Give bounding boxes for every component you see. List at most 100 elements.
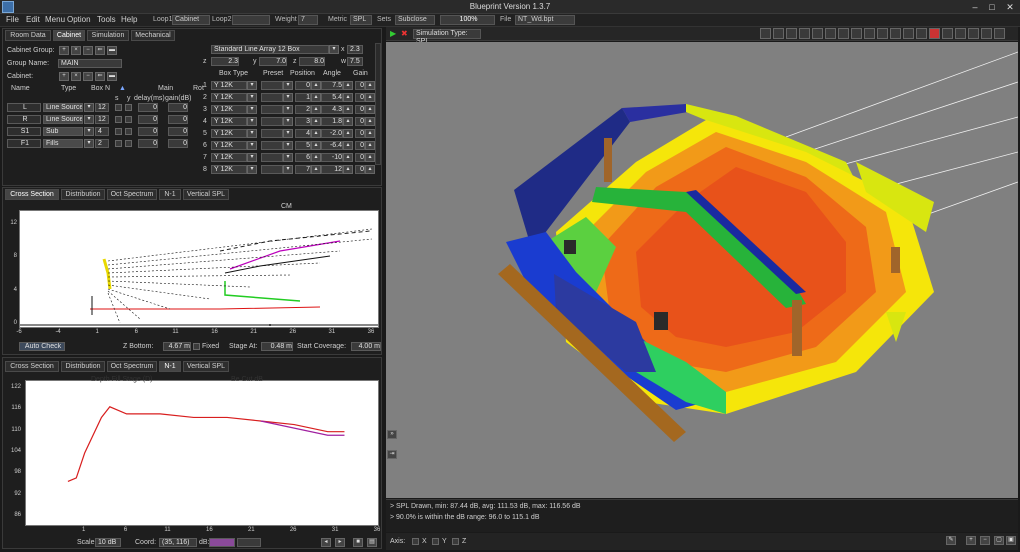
box-gain-spin[interactable]: ▴ (365, 129, 375, 138)
box-position[interactable]: 6 (295, 153, 311, 162)
box-angle[interactable]: -2.0 (321, 129, 343, 138)
z-bottom-input[interactable]: 4.67 m (163, 342, 191, 351)
minus-cabinet-button[interactable]: − (83, 72, 93, 81)
box-type[interactable]: Y 12K (211, 105, 247, 114)
circle-icon[interactable] (838, 28, 849, 39)
w-input[interactable]: 8.0 (299, 57, 325, 66)
folder-icon[interactable]: ▬ (107, 46, 117, 55)
maximize-icon[interactable]: □ (985, 1, 999, 13)
box-gain-spin[interactable]: ▴ (365, 141, 375, 150)
box-preset-dropdown[interactable]: ▾ (283, 117, 293, 126)
menu-option[interactable]: Option (67, 15, 91, 24)
fixed-check[interactable] (193, 343, 200, 350)
row-delay[interactable]: 0 (138, 115, 158, 124)
box-preset[interactable] (261, 165, 283, 174)
box-gain-spin[interactable]: ▴ (365, 93, 375, 102)
box-preset-dropdown[interactable]: ▾ (283, 81, 293, 90)
box-gain-spin[interactable]: ▴ (365, 153, 375, 162)
row-name[interactable]: L (7, 103, 41, 112)
3d-view[interactable] (386, 42, 1019, 498)
row-n[interactable]: 12 (95, 115, 109, 124)
x-input[interactable]: 2.3 (347, 45, 363, 54)
zoom-out-icon[interactable]: − (980, 536, 990, 545)
box-type-dropdown[interactable]: ▾ (247, 153, 257, 162)
box-type[interactable]: Y 12K (211, 153, 247, 162)
box-position-spin[interactable]: ▴ (311, 81, 321, 90)
box-gain[interactable]: 0 (355, 153, 365, 162)
axis-y-check[interactable] (432, 538, 439, 545)
box-gain-spin[interactable]: ▴ (365, 117, 375, 126)
loop1-select[interactable]: Cabinet (172, 15, 210, 25)
box-gain[interactable]: 0 (355, 129, 365, 138)
box-angle-spin[interactable]: ▴ (343, 141, 353, 150)
next-icon[interactable] (916, 28, 927, 39)
tab-n1-2[interactable]: N-1 (159, 361, 181, 372)
settings-icon[interactable] (994, 28, 1005, 39)
tab-vertical-spl[interactable]: Vertical SPL (183, 189, 229, 200)
box-position[interactable]: 1 (295, 93, 311, 102)
copy-cabinet-button[interactable]: ⇐ (95, 72, 105, 81)
row-gain[interactable]: 0 (168, 115, 188, 124)
box-type[interactable]: Y 12K (211, 129, 247, 138)
box-gain[interactable]: 0 (355, 105, 365, 114)
box-preset-dropdown[interactable]: ▾ (283, 165, 293, 174)
w2-input[interactable]: 7.5 (347, 57, 363, 66)
box-position-spin[interactable]: ▴ (311, 129, 321, 138)
box-position[interactable]: 4 (295, 129, 311, 138)
row-gain[interactable]: 0 (168, 103, 188, 112)
auto-check-button[interactable]: Auto Check (19, 342, 65, 351)
box-preset[interactable] (261, 153, 283, 162)
row-y-check[interactable] (125, 104, 132, 111)
box-preset[interactable] (261, 81, 283, 90)
box-preset-dropdown[interactable]: ▾ (283, 141, 293, 150)
box-type[interactable]: Y 12K (211, 165, 247, 174)
row-s-check[interactable] (115, 140, 122, 147)
box-angle[interactable]: -10 (321, 153, 343, 162)
tab-room-data[interactable]: Room Data (5, 30, 51, 41)
row-y-check[interactable] (125, 128, 132, 135)
tab-cross-section[interactable]: Cross Section (5, 189, 59, 200)
reset-icon[interactable]: ▣ (1006, 536, 1016, 545)
fit-icon[interactable]: ▢ (994, 536, 1004, 545)
box-position[interactable]: 5 (295, 141, 311, 150)
file-field[interactable]: NT_Wd.bpt (515, 15, 575, 25)
print-icon[interactable]: ▤ (367, 538, 377, 547)
prev-icon[interactable] (903, 28, 914, 39)
box-gain-spin[interactable]: ▴ (365, 165, 375, 174)
row-type-dropdown[interactable]: ▾ (84, 127, 94, 136)
cabinet-folder-icon[interactable]: ▬ (107, 72, 117, 81)
box-preset[interactable] (261, 129, 283, 138)
row-delay[interactable]: 0 (138, 103, 158, 112)
box-gain-spin[interactable]: ▴ (365, 105, 375, 114)
row-y-check[interactable] (125, 140, 132, 147)
play-icon[interactable]: ▶ (390, 29, 396, 38)
row-type[interactable]: Sub (43, 127, 83, 136)
menu-tools[interactable]: Tools (97, 15, 116, 24)
rotate-left-icon[interactable] (773, 28, 784, 39)
print-icon[interactable] (968, 28, 979, 39)
row-s-check[interactable] (115, 116, 122, 123)
row-s-check[interactable] (115, 104, 122, 111)
box-angle[interactable]: 4.3 (321, 105, 343, 114)
tab-distribution-2[interactable]: Distribution (61, 361, 105, 372)
row-n[interactable]: 2 (95, 139, 109, 148)
box-position-spin[interactable]: ▴ (311, 165, 321, 174)
cube-icon[interactable] (825, 28, 836, 39)
box-gain[interactable]: 0 (355, 81, 365, 90)
box-position[interactable]: 3 (295, 117, 311, 126)
scale-select[interactable]: 10 dB (95, 538, 121, 547)
box-type[interactable]: Y 12K (211, 81, 247, 90)
menu-edit[interactable]: Edit (26, 15, 40, 24)
box-type-dropdown[interactable]: ▾ (247, 141, 257, 150)
layers-icon[interactable] (981, 28, 992, 39)
close-icon[interactable]: ✕ (1003, 1, 1017, 13)
box-preset[interactable] (261, 105, 283, 114)
box-angle[interactable]: 7.5 (321, 81, 343, 90)
box-preset-dropdown[interactable]: ▾ (283, 153, 293, 162)
axis-x-check[interactable] (412, 538, 419, 545)
box-angle-spin[interactable]: ▴ (343, 165, 353, 174)
axis-z-check[interactable] (452, 538, 459, 545)
box-angle-spin[interactable]: ▴ (343, 153, 353, 162)
save-icon[interactable] (955, 28, 966, 39)
box-position[interactable]: 2 (295, 105, 311, 114)
